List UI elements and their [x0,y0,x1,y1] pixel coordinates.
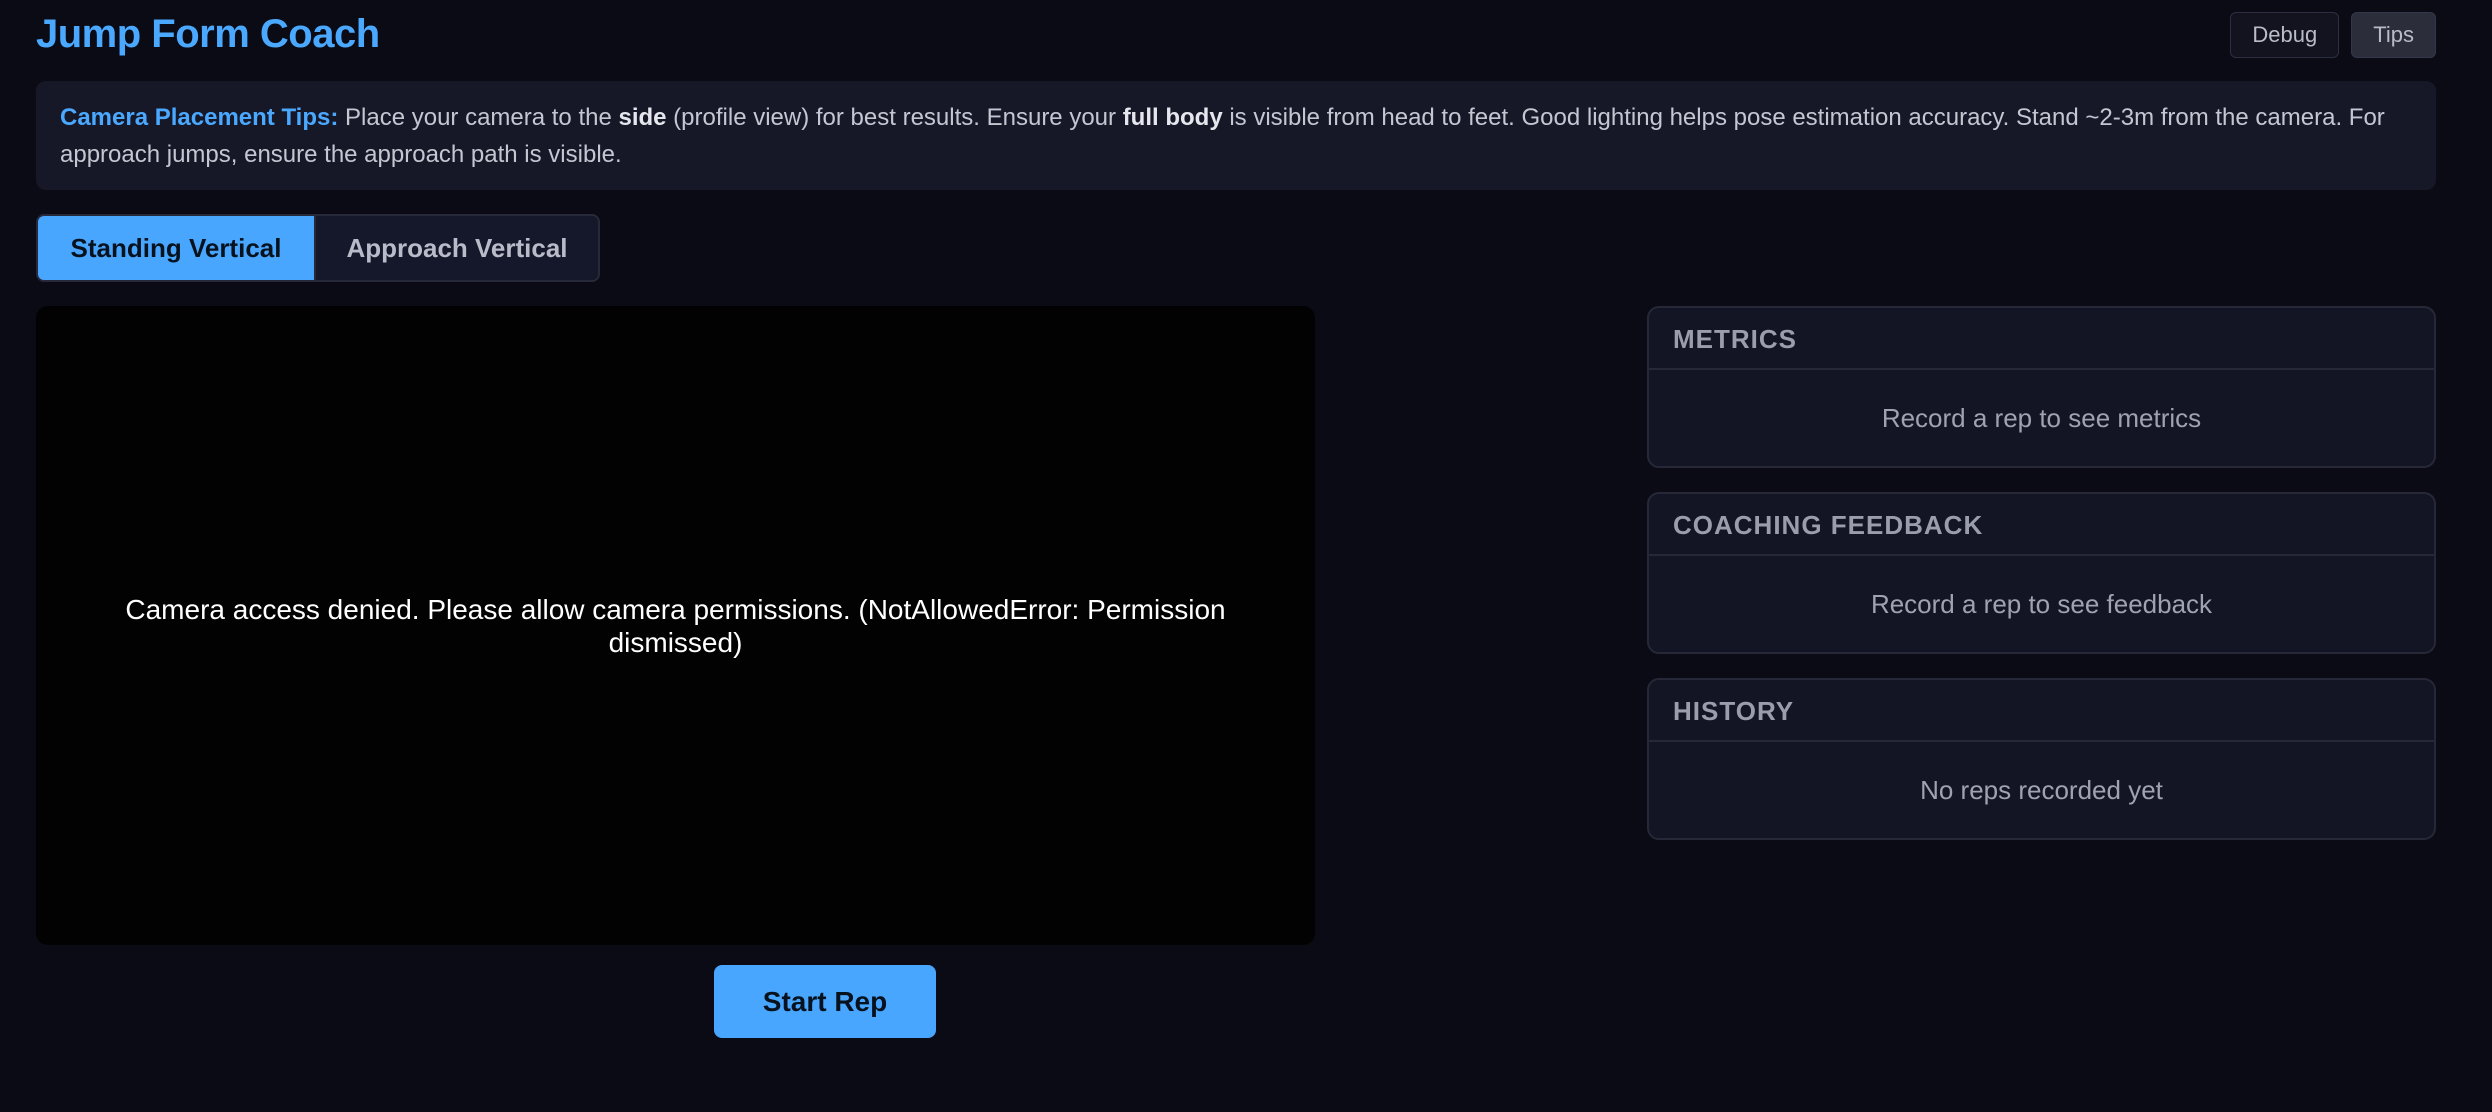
history-panel-title: HISTORY [1649,680,2434,742]
metrics-panel: METRICS Record a rep to see metrics [1647,306,2436,468]
camera-error-message: Camera access denied. Please allow camer… [125,593,1226,658]
tips-text-2: (profile view) for best results. Ensure … [666,104,1123,131]
feedback-empty-state: Record a rep to see feedback [1870,588,2213,619]
history-panel: HISTORY No reps recorded yet [1647,678,2436,840]
debug-button[interactable]: Debug [2230,12,2340,58]
app-title: Jump Form Coach [36,12,380,56]
history-empty-state: No reps recorded yet [1920,774,2163,805]
tab-approach-vertical[interactable]: Approach Vertical [314,216,598,280]
camera-tips-banner: Camera Placement Tips: Place your camera… [36,81,2436,190]
feedback-panel-title: COACHING FEEDBACK [1649,494,2434,556]
jump-mode-tabs: Standing Vertical Approach Vertical [36,214,600,282]
metrics-empty-state: Record a rep to see metrics [1881,402,2202,433]
tips-text-1: Place your camera to the [338,104,619,131]
metrics-panel-title: METRICS [1649,308,2434,370]
tips-bold-side: side [618,104,667,131]
tips-lead: Camera Placement Tips: [60,104,339,131]
camera-preview: Camera access denied. Please allow camer… [36,306,1315,945]
start-rep-button[interactable]: Start Rep [714,965,936,1038]
tips-button[interactable]: Tips [2351,12,2436,58]
coaching-feedback-panel: COACHING FEEDBACK Record a rep to see fe… [1647,492,2436,654]
tips-bold-full-body: full body [1122,104,1223,131]
tab-standing-vertical[interactable]: Standing Vertical [38,216,314,280]
header-actions: Debug Tips [2230,12,2436,58]
